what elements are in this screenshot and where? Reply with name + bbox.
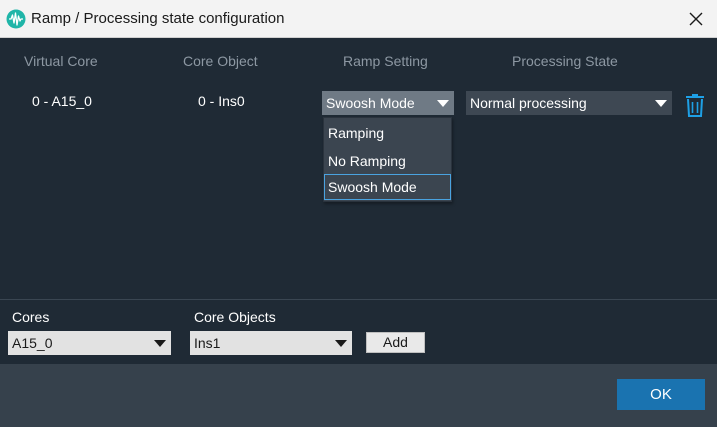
ramp-setting-dropdown-list: Ramping No Ramping Swoosh Mode <box>323 117 452 202</box>
column-header-core-object: Core Object <box>183 53 258 69</box>
ramp-option-no-ramping[interactable]: No Ramping <box>324 148 451 174</box>
column-header-ramp-setting: Ramp Setting <box>343 53 428 69</box>
core-objects-select-value: Ins1 <box>194 335 221 351</box>
ramp-option-swoosh-mode[interactable]: Swoosh Mode <box>324 174 451 200</box>
title-bar: Ramp / Processing state configuration <box>0 0 717 38</box>
ramp-setting-select[interactable]: Swoosh Mode <box>322 91 454 115</box>
window-title: Ramp / Processing state configuration <box>31 10 285 27</box>
chevron-down-icon <box>655 100 667 107</box>
cores-select[interactable]: A15_0 <box>8 331 171 355</box>
virtual-core-value: 0 - A15_0 <box>32 93 92 109</box>
cores-label: Cores <box>12 309 50 325</box>
ramp-setting-value: Swoosh Mode <box>326 95 415 111</box>
close-icon[interactable] <box>683 6 709 32</box>
dialog-footer: OK <box>0 364 717 427</box>
waveform-icon <box>6 9 26 29</box>
column-header-processing-state: Processing State <box>512 53 618 69</box>
trash-icon[interactable] <box>684 93 706 117</box>
add-mapping-section: Cores A15_0 Core Objects Ins1 Add <box>0 300 717 364</box>
column-header-virtual-core: Virtual Core <box>24 53 98 69</box>
chevron-down-icon <box>154 340 166 347</box>
core-objects-label: Core Objects <box>194 309 276 325</box>
ok-button[interactable]: OK <box>617 379 705 410</box>
chevron-down-icon <box>437 100 449 107</box>
add-button[interactable]: Add <box>366 332 425 353</box>
core-object-value: 0 - Ins0 <box>198 93 245 109</box>
core-objects-select[interactable]: Ins1 <box>190 331 352 355</box>
chevron-down-icon <box>335 340 347 347</box>
processing-state-select[interactable]: Normal processing <box>466 91 672 115</box>
processing-state-value: Normal processing <box>470 95 587 111</box>
mapping-table: Virtual Core Core Object Ramp Setting Pr… <box>0 38 717 299</box>
cores-select-value: A15_0 <box>12 335 53 351</box>
ramp-option-ramping[interactable]: Ramping <box>324 120 451 146</box>
